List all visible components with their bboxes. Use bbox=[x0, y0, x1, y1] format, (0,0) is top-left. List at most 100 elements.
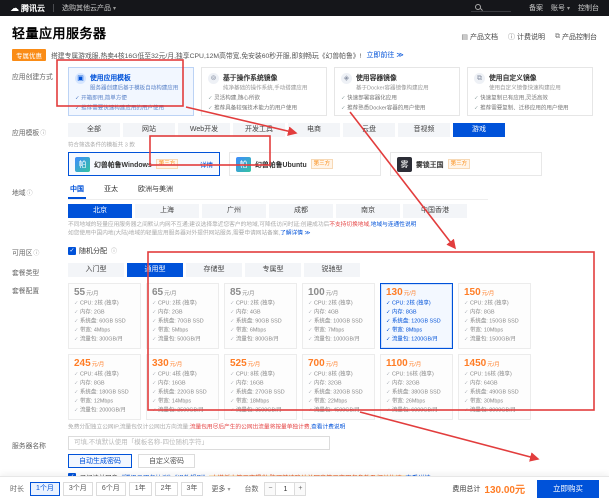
info-icon[interactable]: ⓘ bbox=[27, 188, 33, 197]
header-link[interactable]: ⧉ 产品控制台 bbox=[555, 32, 597, 42]
bundle-card[interactable]: 100元/月 CPU: 2核 (独享) 内存: 4GB 系统盘: 100GB S… bbox=[302, 283, 375, 349]
bundle-card[interactable]: 130元/月 CPU: 2核 (独享) 内存: 8GB 系统盘: 120GB S… bbox=[380, 283, 453, 349]
other-products-menu[interactable]: 选购其他云产品 bbox=[62, 3, 116, 13]
random-zone-checkbox[interactable]: ✓ bbox=[68, 247, 76, 255]
template-category-tab[interactable]: 网站 bbox=[123, 123, 175, 137]
bundle-disk: 系统盘: 490GB SSD bbox=[464, 389, 519, 397]
buy-now-button[interactable]: 立即购买 bbox=[537, 480, 599, 498]
duration-option[interactable]: 3年 bbox=[181, 482, 204, 496]
bundle-card[interactable]: 525元/月 CPU: 8核 (独享) 内存: 16GB 系统盘: 270GB … bbox=[224, 354, 297, 420]
creation-method-card[interactable]: ▣ 使用应用模板 服务器创建后基于模板自动构建应用 开箱即用,简单方便 推荐需要… bbox=[68, 67, 194, 116]
bundle-price: 700元/月 bbox=[308, 358, 369, 369]
region-connectivity-link[interactable]: 地域与连通性说明 bbox=[371, 222, 417, 228]
search-input[interactable] bbox=[471, 4, 511, 12]
bundle-type-tab[interactable]: 通用型 bbox=[127, 263, 183, 277]
bundle-type-tab[interactable]: 专属型 bbox=[245, 263, 301, 277]
bundle-price: 525元/月 bbox=[230, 358, 291, 369]
region-city-tab[interactable]: 上海 bbox=[135, 204, 199, 218]
duration-option[interactable]: 2年 bbox=[155, 482, 178, 496]
bundle-card[interactable]: 55元/月 CPU: 2核 (独享) 内存: 2GB 系统盘: 60GB SSD… bbox=[68, 283, 141, 349]
template-category-tab[interactable]: 全部 bbox=[68, 123, 120, 137]
template-category-tab[interactable]: 开发工具 bbox=[233, 123, 285, 137]
bundle-price: 65元/月 bbox=[152, 287, 213, 298]
quantity-minus-button[interactable]: − bbox=[264, 482, 276, 496]
promo-link[interactable]: 立即前往 ≫ bbox=[366, 50, 403, 60]
template-card[interactable]: 帕 幻兽帕鲁Windows 第三方 详情 bbox=[68, 152, 220, 176]
beian-link[interactable]: 备案 bbox=[529, 3, 543, 13]
creation-method-card[interactable]: ⊚ 基于操作系统镜像 纯净基础的操作系统,手动搭建应用 灵活构建,随心所欲 推荐… bbox=[201, 67, 327, 116]
billing-doc-link[interactable]: 查看计费说明 bbox=[311, 424, 345, 430]
bundle-card[interactable]: 1100元/月 CPU: 16核 (独享) 内存: 32GB 系统盘: 380G… bbox=[380, 354, 453, 420]
region-city-tab[interactable]: 广州 bbox=[202, 204, 266, 218]
bundle-memory: 内存: 8GB bbox=[74, 380, 129, 388]
bundle-type-tab[interactable]: 入门型 bbox=[68, 263, 124, 277]
bundle-price: 55元/月 bbox=[74, 287, 135, 298]
region-area-tab[interactable]: 亚太 bbox=[102, 183, 120, 199]
header-link[interactable]: ⓘ 计费说明 bbox=[508, 32, 545, 42]
bundle-card[interactable]: 330元/月 CPU: 4核 (独享) 内存: 16GB 系统盘: 220GB … bbox=[146, 354, 219, 420]
quantity-stepper: − 1 + bbox=[264, 482, 306, 496]
template-detail-link[interactable]: 详情 bbox=[200, 159, 213, 169]
divider bbox=[53, 4, 54, 12]
region-city-tab[interactable]: 北京 bbox=[68, 204, 132, 218]
region-city-tab[interactable]: 成都 bbox=[269, 204, 333, 218]
template-card[interactable]: 雾 雾锁王国 第三方 bbox=[390, 152, 542, 176]
password-option[interactable]: 自定义密码 bbox=[138, 454, 195, 468]
bundle-bandwidth: 带宽: 7Mbps bbox=[308, 327, 363, 335]
creation-method-card[interactable]: ◈ 使用容器镜像 基于Docker容器镜像构建应用 快速部署容器化应用 推荐熟悉… bbox=[334, 67, 460, 116]
template-category-tab[interactable]: 音视频 bbox=[398, 123, 450, 137]
header-link[interactable]: ▤ 产品文档 bbox=[461, 32, 498, 42]
bundle-card[interactable]: 700元/月 CPU: 8核 (独享) 内存: 32GB 系统盘: 320GB … bbox=[302, 354, 375, 420]
creation-method-card[interactable]: ⧉ 使用自定义镜像 使用自定义镜像快速构建应用 快速复制已有应用,灵活高效 推荐… bbox=[467, 67, 593, 116]
template-name: 幻兽帕鲁Ubuntu bbox=[255, 159, 307, 169]
password-option[interactable]: 自动生成密码 bbox=[68, 454, 132, 468]
creation-method-feature: 推荐具备较强技术能力的用户使用 bbox=[208, 103, 311, 111]
bundle-bandwidth: 带宽: 14Mbps bbox=[152, 398, 207, 406]
random-zone-label: 随机分配 bbox=[79, 246, 107, 256]
bundle-price: 100元/月 bbox=[308, 287, 369, 298]
info-icon[interactable]: ⓘ bbox=[40, 128, 46, 137]
duration-option[interactable]: 6个月 bbox=[96, 482, 126, 496]
quantity-value[interactable]: 1 bbox=[276, 482, 294, 496]
quantity-plus-button[interactable]: + bbox=[294, 482, 306, 496]
icp-learn-more-link[interactable]: 了解详情 ≫ bbox=[280, 231, 310, 237]
template-app-icon: 帕 bbox=[75, 157, 90, 172]
bundle-price: 330元/月 bbox=[152, 358, 213, 369]
bundle-card[interactable]: 150元/月 CPU: 2核 (独享) 内存: 8GB 系统盘: 150GB S… bbox=[458, 283, 531, 349]
region-area-tab[interactable]: 欧洲与美洲 bbox=[136, 183, 175, 199]
bundle-price: 85元/月 bbox=[230, 287, 291, 298]
creation-method-feature: 快速部署容器化应用 bbox=[341, 93, 444, 101]
region-city-tab[interactable]: 中国香港 bbox=[403, 204, 467, 218]
template-card[interactable]: 帕 幻兽帕鲁Ubuntu 第三方 bbox=[229, 152, 381, 176]
bundle-cpu: CPU: 16核 (独享) bbox=[386, 371, 441, 379]
bundle-card[interactable]: 85元/月 CPU: 2核 (独享) 内存: 4GB 系统盘: 90GB SSD… bbox=[224, 283, 297, 349]
duration-option[interactable]: 3个月 bbox=[63, 482, 93, 496]
creation-method-label: 应用创建方式 bbox=[12, 67, 68, 116]
duration-option[interactable]: 1个月 bbox=[30, 482, 60, 496]
bundle-card[interactable]: 65元/月 CPU: 2核 (独享) 内存: 2GB 系统盘: 70GB SSD… bbox=[146, 283, 219, 349]
template-category-tab[interactable]: 电商 bbox=[288, 123, 340, 137]
more-durations-dropdown[interactable]: 更多 bbox=[211, 484, 230, 494]
console-link[interactable]: 控制台 bbox=[578, 3, 599, 13]
template-category-tab[interactable]: 云盘 bbox=[343, 123, 395, 137]
bundle-type-tab[interactable]: 锐驰型 bbox=[304, 263, 360, 277]
bundle-card[interactable]: 245元/月 CPU: 4核 (独享) 内存: 8GB 系统盘: 180GB S… bbox=[68, 354, 141, 420]
template-name: 幻兽帕鲁Windows bbox=[94, 159, 152, 169]
bundle-price: 150元/月 bbox=[464, 287, 525, 298]
account-menu[interactable]: 账号 bbox=[551, 3, 570, 13]
bundle-card[interactable]: 1450元/月 CPU: 16核 (独享) 内存: 64GB 系统盘: 490G… bbox=[458, 354, 531, 420]
template-category-tab[interactable]: 游戏 bbox=[453, 123, 505, 137]
billing-note-text: 免费分配独立公网IP,流量包仅计公网出方向流量; bbox=[68, 424, 190, 430]
tencent-cloud-logo[interactable]: ☁ 腾讯云 bbox=[10, 3, 45, 14]
region-city-tab[interactable]: 南京 bbox=[336, 204, 400, 218]
third-party-badge: 第三方 bbox=[448, 159, 471, 169]
bundle-type-tab[interactable]: 存储型 bbox=[186, 263, 242, 277]
info-icon[interactable]: ⓘ bbox=[111, 246, 117, 255]
creation-method-feature: 推荐需要快速构建应用的用户使用 bbox=[75, 103, 178, 111]
server-name-input[interactable] bbox=[68, 436, 330, 450]
duration-option[interactable]: 1年 bbox=[129, 482, 152, 496]
template-category-tab[interactable]: Web开发 bbox=[178, 123, 230, 137]
info-icon[interactable]: ⓘ bbox=[33, 248, 39, 257]
region-area-tab[interactable]: 中国 bbox=[68, 183, 86, 199]
header-link-icon: ⧉ bbox=[555, 33, 560, 41]
